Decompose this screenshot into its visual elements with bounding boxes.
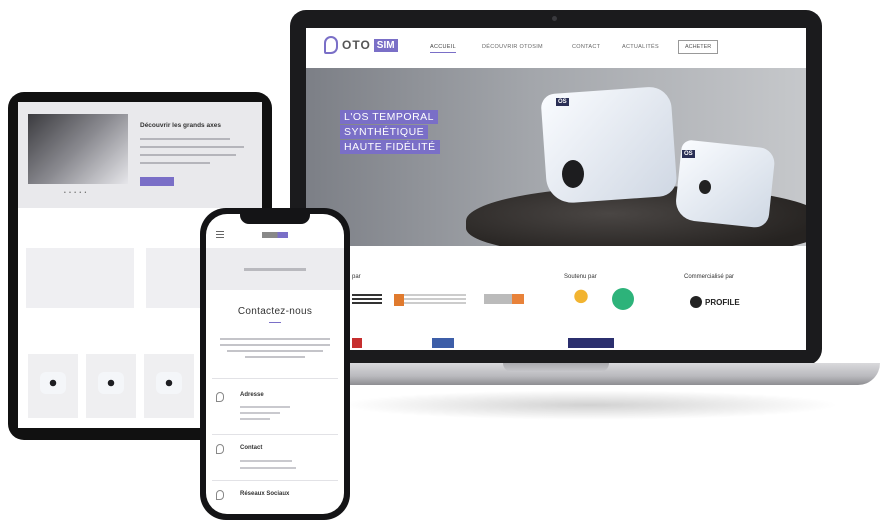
distributor-logo: PROFILE [690, 296, 740, 308]
contact-item-label: Réseaux Sociaux [240, 491, 290, 497]
bone-model-hole [699, 180, 711, 194]
hero-title-line: L'OS TEMPORAL [340, 110, 439, 124]
distributor-logo-text: PROFILE [705, 297, 740, 307]
contact-item-text [240, 406, 290, 408]
tablet-text-line [140, 162, 210, 164]
nav-item-accueil[interactable]: ACCUEIL [430, 44, 456, 53]
contact-item-text [240, 412, 280, 414]
phone-breadcrumb-band [206, 248, 344, 290]
contact-item-text[interactable] [240, 460, 292, 462]
tablet-hero-photo [28, 114, 128, 184]
partners-section: par Soutenu par Commercialisé par PROFIL… [306, 246, 806, 350]
profile-logo-icon [690, 296, 702, 308]
partner-logo [352, 338, 362, 348]
share-icon [216, 490, 224, 500]
contact-item-label: Adresse [240, 392, 264, 398]
support-title: Soutenu par [564, 274, 597, 280]
logo-text: OTO [342, 38, 371, 52]
site-header: OTO SIM ACCUEIL DÉCOUVRIR OTOSIM CONTACT… [306, 28, 806, 68]
laptop-camera [552, 16, 557, 21]
phone-text-line [220, 344, 330, 346]
partner-logo [352, 294, 382, 306]
hero-title: L'OS TEMPORAL SYNTHÉTIQUE HAUTE FIDÉLITÉ [340, 110, 452, 155]
tablet-cta-button[interactable] [140, 177, 174, 186]
tablet-text-line [140, 138, 230, 140]
tablet-feature-card [26, 248, 134, 308]
partner-logo [566, 288, 596, 312]
phone-screen: Contactez-nous Adresse Contact Réseaux S… [206, 214, 344, 514]
hero-title-line: HAUTE FIDÉLITÉ [340, 140, 440, 154]
divider [212, 378, 338, 379]
nav-item-decouvrir[interactable]: DÉCOUVRIR OTOSIM [482, 44, 543, 50]
tablet-headline: Découvrir les grands axes [140, 122, 221, 129]
contact-item-label: Contact [240, 445, 263, 451]
partner-logo [612, 288, 634, 310]
partner-logo [568, 338, 614, 348]
partner-logo [484, 294, 524, 304]
carousel-dots[interactable]: • • • • • [64, 190, 87, 196]
phone-text-line [245, 356, 305, 358]
tablet-intro-section: • • • • • Découvrir les grands axes [18, 102, 262, 208]
nav-item-actualites[interactable]: ACTUALITÉS [622, 44, 659, 50]
logo-badge: SIM [373, 38, 398, 52]
site-logo[interactable]: OTO SIM [324, 36, 398, 54]
nav-item-contact[interactable]: CONTACT [572, 44, 600, 50]
product-image [98, 372, 124, 394]
tablet-text-line [140, 154, 236, 156]
contact-title: Contactez-nous [237, 306, 313, 317]
contact-item-text [240, 418, 270, 420]
partner-logo [394, 294, 466, 306]
partner-logo [432, 338, 454, 348]
breadcrumb [244, 268, 306, 271]
phone-notch [240, 212, 310, 224]
laptop-shadow [340, 390, 840, 420]
phone-text-line [227, 350, 323, 352]
menu-icon[interactable] [216, 231, 224, 232]
phone-header [206, 228, 344, 244]
product-image [40, 372, 66, 394]
divider [212, 434, 338, 435]
bone-model-hole [562, 160, 584, 188]
laptop-screen: OTO SIM ACCUEIL DÉCOUVRIR OTOSIM CONTACT… [306, 28, 806, 350]
bone-model-tag: OS [682, 150, 695, 158]
product-card[interactable] [28, 354, 78, 418]
phone-icon [216, 444, 224, 454]
phone-logo[interactable] [262, 232, 288, 238]
product-image [156, 372, 182, 394]
divider [212, 480, 338, 481]
hero-banner: L'OS TEMPORAL SYNTHÉTIQUE HAUTE FIDÉLITÉ… [306, 68, 806, 246]
product-card[interactable] [144, 354, 194, 418]
laptop-lid-notch [503, 363, 609, 372]
title-underline [269, 322, 281, 323]
product-card[interactable] [86, 354, 136, 418]
tablet-text-line [140, 146, 244, 148]
device-mockup-scene: OTO SIM ACCUEIL DÉCOUVRIR OTOSIM CONTACT… [0, 0, 881, 522]
phone-text-line [220, 338, 330, 340]
nav-buy-button[interactable]: ACHETER [678, 40, 719, 54]
distributor-title: Commercialisé par [684, 274, 735, 280]
logo-mark-icon [324, 36, 338, 54]
location-pin-icon [216, 392, 224, 402]
partners-title: par [352, 274, 361, 280]
contact-item-text[interactable] [240, 467, 296, 469]
bone-model-tag: OS [556, 98, 569, 106]
hero-title-line: SYNTHÉTIQUE [340, 125, 429, 139]
